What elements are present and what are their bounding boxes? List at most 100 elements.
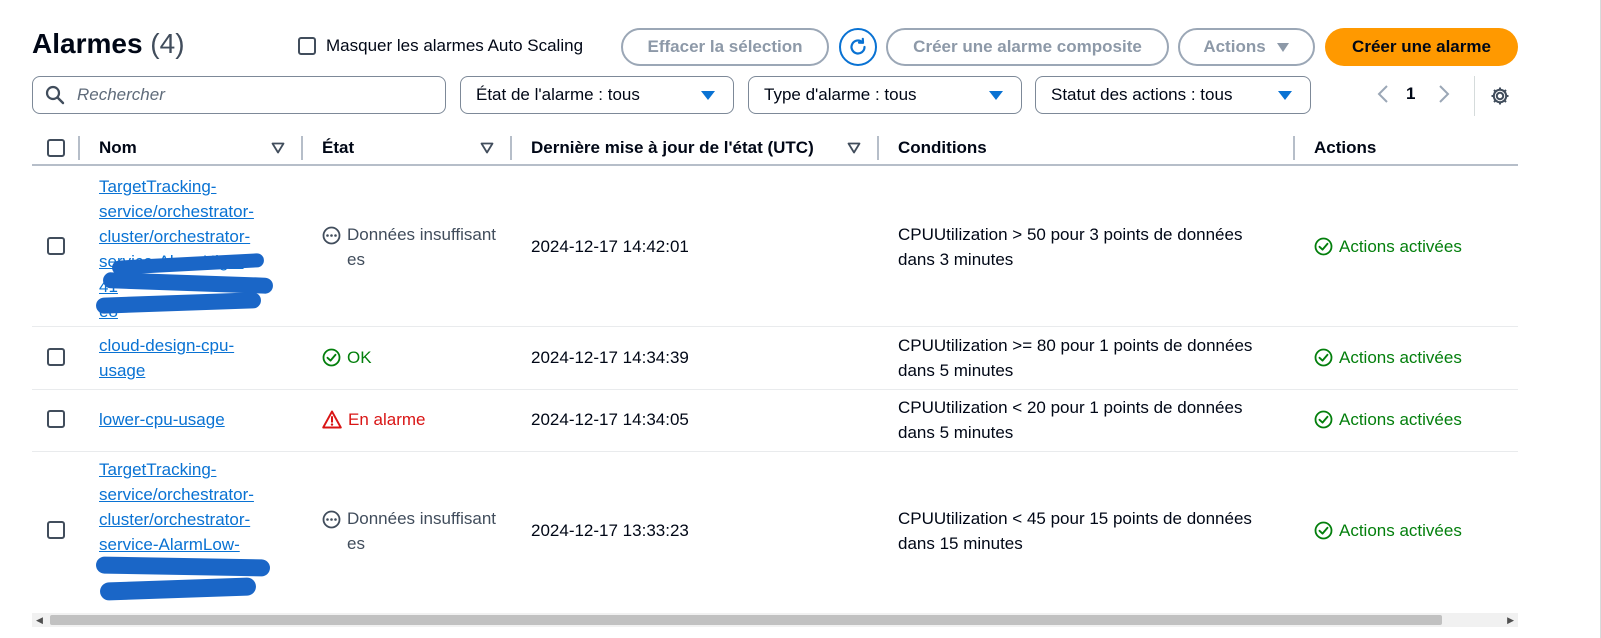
alarm-name-line[interactable]: lower-cpu-usage [99,410,225,429]
scroll-left-arrow-icon[interactable]: ◀ [36,615,43,626]
alarm-count: (4) [150,28,185,59]
page-number[interactable]: 1 [1406,84,1415,104]
state-label: Données insuffisantes [347,509,497,553]
check-circle-icon [1314,521,1333,540]
chevron-left-icon[interactable] [1376,84,1390,104]
actions-status-filter-label: Statut des actions : tous [1051,85,1233,104]
row-checkbox[interactable] [47,410,65,428]
sort-icon[interactable] [271,142,285,154]
check-circle-icon [1314,237,1333,256]
scroll-right-arrow-icon[interactable]: ▶ [1507,615,1514,626]
alarm-name-line[interactable]: TargetTracking- [99,177,216,196]
search-input[interactable] [75,84,445,106]
row-checkbox[interactable] [47,348,65,366]
refresh-icon [850,37,866,55]
state-label: OK [347,348,372,367]
actions-status-cell: Actions activées [1314,407,1462,432]
column-header-conditions: Conditions [898,138,987,157]
column-header-last-update[interactable]: Dernière mise à jour de l'état (UTC) [531,137,814,159]
alarm-state-filter-label: État de l'alarme : tous [476,85,640,104]
search-icon [45,85,65,105]
actions-status-cell: Actions activées [1314,234,1462,259]
actions-dropdown-button[interactable]: Actions [1178,28,1315,66]
refresh-button[interactable] [839,28,877,66]
column-header-actions: Actions [1314,138,1377,157]
hide-autoscaling-toggle[interactable]: Masquer les alarmes Auto Scaling [298,36,583,56]
preferences-button[interactable] [1489,85,1511,112]
scrollbar-thumb[interactable] [50,615,1442,625]
column-divider [301,136,303,160]
state-cell: Données insuffisantes [322,506,497,556]
alarm-name-line[interactable]: cluster/orchestrator- [99,227,250,246]
caret-down-icon [1278,90,1292,100]
gear-icon [1491,87,1509,105]
alarm-name-line[interactable]: service-AlarmLow- [99,535,240,554]
actions-status-label: Actions activées [1339,410,1462,429]
check-circle-icon [1314,348,1333,367]
column-divider [1293,136,1295,160]
column-header-name[interactable]: Nom [99,137,137,159]
select-all-checkbox[interactable] [47,139,65,157]
state-label: En alarme [348,410,426,429]
actions-status-label: Actions activées [1339,348,1462,367]
actions-status-cell: Actions activées [1314,345,1462,370]
state-cell: En alarme [322,407,425,432]
state-cell: OK [322,345,372,370]
last-update-cell: 2024-12-17 14:42:01 [531,237,689,256]
caret-down-icon [989,90,1003,100]
conditions-cell: CPUUtilization > 50 pour 3 points de don… [898,225,1243,269]
clear-selection-button[interactable]: Effacer la sélection [621,28,829,66]
actions-status-label: Actions activées [1339,521,1462,540]
sort-icon[interactable] [480,142,494,154]
page-title: Alarmes (4) [32,28,185,60]
table-header-divider [32,164,1518,166]
warning-icon [322,410,342,429]
last-update-cell: 2024-12-17 13:33:23 [531,521,689,540]
actions-status-filter[interactable]: Statut des actions : tous [1035,76,1311,114]
row-checkbox[interactable] [47,521,65,539]
create-composite-alarm-button[interactable]: Créer une alarme composite [886,28,1169,66]
alarm-state-filter[interactable]: État de l'alarme : tous [460,76,734,114]
column-divider [510,136,512,160]
column-divider [877,136,879,160]
chevron-right-icon[interactable] [1437,84,1451,104]
alarm-type-filter-label: Type d'alarme : tous [764,85,917,104]
hide-autoscaling-label: Masquer les alarmes Auto Scaling [326,36,584,55]
horizontal-scrollbar[interactable]: ◀ ▶ [32,613,1518,627]
search-field[interactable] [32,76,446,114]
redaction-mark [95,556,271,577]
pager-divider [1474,76,1475,116]
pagination: 1 [1376,84,1451,104]
insufficient-data-icon [322,226,341,245]
create-alarm-button[interactable]: Créer une alarme [1325,28,1518,66]
column-header-state[interactable]: État [322,137,354,159]
state-cell: Données insuffisantes [322,222,497,272]
sort-icon[interactable] [847,142,861,154]
last-update-cell: 2024-12-17 14:34:39 [531,348,689,367]
check-circle-icon [322,348,341,367]
alarm-type-filter[interactable]: Type d'alarme : tous [748,76,1022,114]
hide-autoscaling-checkbox[interactable] [298,37,316,55]
row-checkbox[interactable] [47,237,65,255]
caret-down-icon [1276,42,1289,52]
alarm-name-line[interactable]: service/orchestrator- [99,202,254,221]
last-update-cell: 2024-12-17 14:34:05 [531,410,689,429]
actions-status-label: Actions activées [1339,237,1462,256]
conditions-cell: CPUUtilization < 45 pour 15 points de do… [898,509,1252,553]
alarm-name-line[interactable]: cluster/orchestrator- [99,510,250,529]
actions-status-cell: Actions activées [1314,518,1462,543]
alarm-name-line[interactable]: usage [99,361,145,380]
row-divider [32,389,1518,390]
caret-down-icon [701,90,715,100]
check-circle-icon [1314,410,1333,429]
conditions-cell: CPUUtilization >= 80 pour 1 points de do… [898,336,1253,380]
alarm-name-line[interactable]: service/orchestrator- [99,485,254,504]
insufficient-data-icon [322,510,341,529]
alarm-name-link[interactable]: cloud-design-cpu- usage [99,333,271,383]
alarm-name-line[interactable]: TargetTracking- [99,460,216,479]
alarm-name-line[interactable]: cloud-design-cpu- [99,336,234,355]
page-title-text: Alarmes [32,28,143,59]
column-divider [78,136,80,160]
row-divider [32,451,1518,452]
alarm-name-link[interactable]: lower-cpu-usage [99,407,271,432]
